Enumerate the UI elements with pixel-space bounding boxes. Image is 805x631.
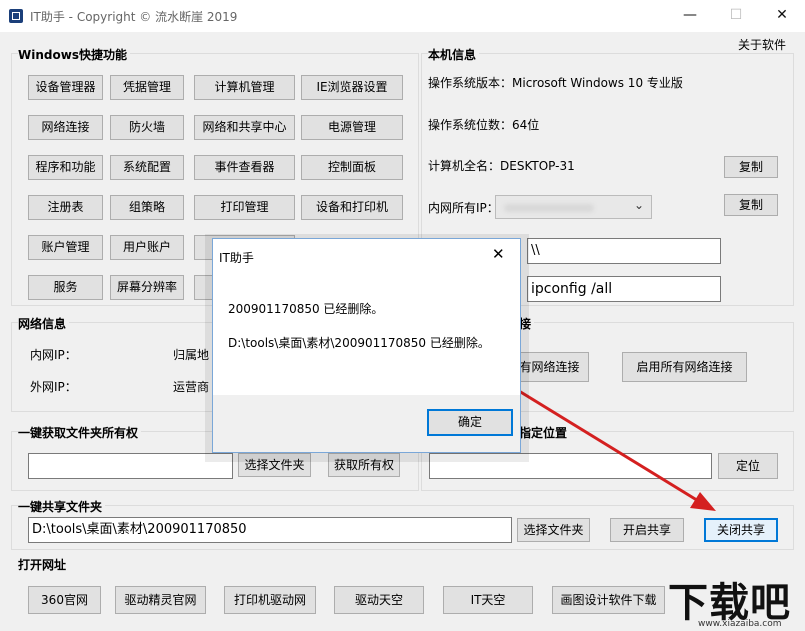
dialog-line-1: 200901170850 已经删除。 xyxy=(228,302,384,316)
dialog-title: IT助手 xyxy=(219,251,254,265)
dialog-footer: 确定 xyxy=(213,395,520,452)
dialog-line-2: D:\tools\桌面\素材\200901170850 已经删除。 xyxy=(228,336,490,350)
watermark-url: www.xiazaiba.com xyxy=(698,619,782,629)
dialog-close-icon[interactable]: ✕ xyxy=(492,245,505,263)
dialog-ok-button[interactable]: 确定 xyxy=(427,409,513,436)
message-dialog: IT助手 ✕ 200901170850 已经删除。 D:\tools\桌面\素材… xyxy=(212,238,521,453)
